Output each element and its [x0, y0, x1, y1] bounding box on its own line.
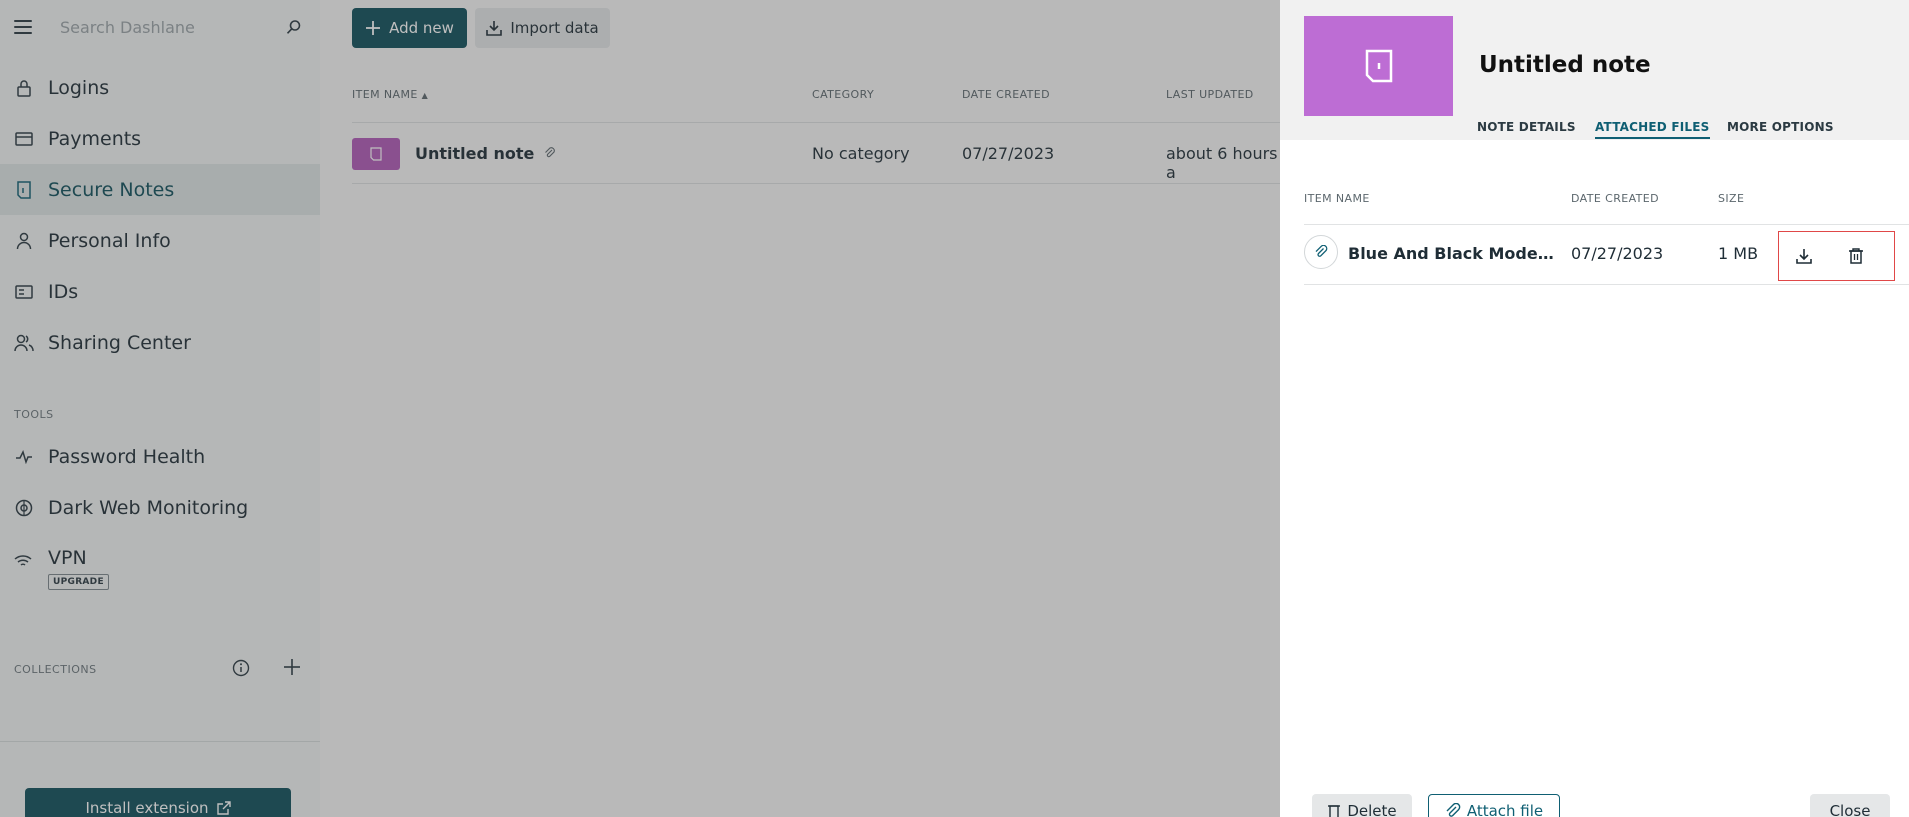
download-icon	[1796, 249, 1812, 264]
close-label: Close	[1829, 802, 1871, 817]
modal-backdrop[interactable]	[0, 0, 1280, 817]
file-row-divider	[1304, 284, 1909, 285]
delete-note-button[interactable]: Delete	[1312, 794, 1412, 817]
download-button[interactable]	[1791, 243, 1817, 269]
delete-file-button[interactable]	[1843, 243, 1869, 269]
file-date-created: 07/27/2023	[1571, 244, 1664, 263]
trash-icon	[1849, 248, 1863, 264]
tab-note-details[interactable]: NOTE DETAILS	[1477, 120, 1576, 134]
file-name[interactable]: Blue And Black Modern Pr...	[1348, 244, 1558, 263]
delete-note-label: Delete	[1347, 802, 1397, 817]
files-header-date-created: DATE CREATED	[1571, 192, 1659, 205]
close-button[interactable]: Close	[1810, 794, 1890, 817]
trash-icon	[1328, 805, 1341, 817]
files-header-item-name: ITEM NAME	[1304, 192, 1370, 205]
files-header-divider	[1304, 224, 1909, 225]
attach-file-label: Attach file	[1466, 802, 1544, 817]
note-icon	[1365, 49, 1392, 83]
files-header-size: SIZE	[1718, 192, 1745, 205]
tab-attached-files[interactable]: ATTACHED FILES	[1595, 120, 1710, 139]
panel-header: Untitled note NOTE DETAILS ATTACHED FILE…	[1280, 0, 1909, 140]
note-thumbnail-large	[1304, 16, 1453, 116]
attachment-icon	[1446, 803, 1461, 817]
note-panel: Untitled note NOTE DETAILS ATTACHED FILE…	[1280, 0, 1909, 817]
tab-more-options[interactable]: MORE OPTIONS	[1727, 120, 1834, 134]
file-size: 1 MB	[1718, 244, 1759, 263]
attachment-icon	[1304, 235, 1338, 269]
attach-file-button[interactable]: Attach file	[1428, 794, 1560, 817]
panel-title: Untitled note	[1479, 52, 1651, 78]
